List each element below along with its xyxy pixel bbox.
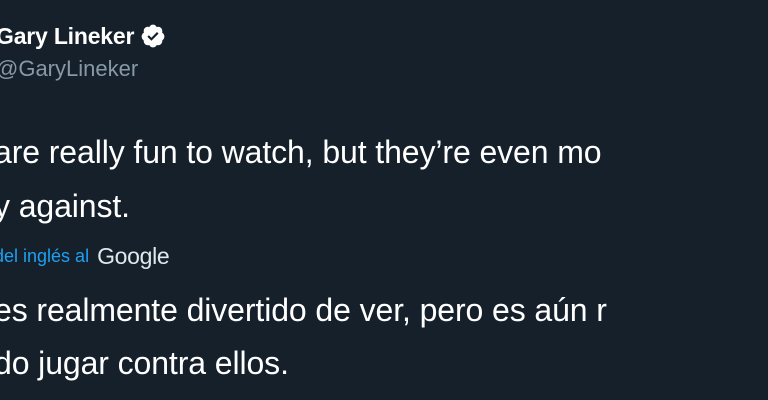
translation-attribution[interactable]: del inglés al Google xyxy=(0,240,170,272)
author-name[interactable]: Gary Lineker xyxy=(0,23,134,50)
verified-badge-icon xyxy=(140,23,166,49)
author-row[interactable]: Gary Lineker xyxy=(0,20,166,52)
google-logo: Google xyxy=(97,242,170,269)
tweet-text-line-2: y against. xyxy=(0,188,130,224)
translated-text-line-1: es realmente divertido de ver, pero es a… xyxy=(0,292,607,328)
tweet-screenshot: Gary Lineker @GaryLineker are really fun… xyxy=(0,0,768,400)
translated-text-line-2: do jugar contra ellos. xyxy=(0,345,289,381)
author-handle[interactable]: @GaryLineker xyxy=(0,56,138,82)
tweet-text-line-1: are really fun to watch, but they’re eve… xyxy=(0,134,602,170)
translation-label[interactable]: del inglés al xyxy=(0,246,89,267)
